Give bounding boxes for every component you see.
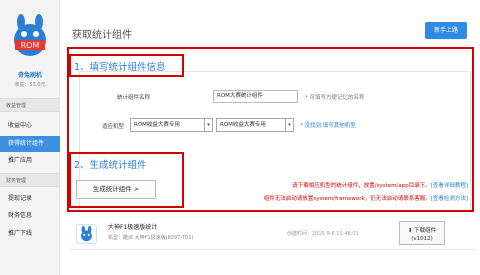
- divider: [70, 249, 475, 250]
- component-item-name: 大神F1极速版统计: [108, 224, 158, 231]
- step2-title: 2、生成统计组件: [74, 160, 147, 171]
- rabbit-logo-icon: ROM: [14, 14, 46, 56]
- section-finance-management: 财务管理: [0, 173, 60, 187]
- component-item-model: 机型：酷派 大神F1极速版(8297-T01): [108, 235, 194, 241]
- model-select-2[interactable]: ROM收益大赛专用 ▾: [216, 118, 294, 132]
- model-select-1[interactable]: ROM收益大赛专用 ▾: [130, 118, 213, 132]
- page-title: 获取统计组件: [72, 30, 132, 41]
- download-icon: ⬇: [407, 228, 413, 234]
- model-select-2-value: ROM收益大赛专用: [220, 122, 266, 128]
- chevron-down-icon: ▾: [204, 119, 212, 131]
- install-note-text: 请下载相应机型的统计组件，放置/system/app目录下。: [292, 183, 431, 189]
- startup-note-text: 组件无法启动请放置system/framework，仍无法启动请联系客服。: [263, 196, 431, 202]
- sidebar-item-withdraw-record[interactable]: 提现记录: [0, 191, 60, 207]
- component-name-hint: * 可填写方便记忆的名称: [305, 95, 365, 101]
- component-item-time: 创建时间：2015-9-8 11:48:01: [287, 231, 359, 237]
- app-icon: [76, 224, 97, 244]
- tutorial-link[interactable]: [查看详细教程]: [431, 183, 468, 189]
- download-text: 下载组件: [414, 228, 437, 234]
- model-select-1-value: ROM收益大赛专用: [134, 122, 180, 128]
- sidebar-item-promote-app[interactable]: 推广应用: [0, 153, 60, 169]
- sidebar-item-income-center[interactable]: 收益中心: [0, 118, 60, 134]
- component-name-input[interactable]: ROM大赛统计组件: [213, 90, 298, 103]
- model-label: 适应机型: [101, 124, 124, 130]
- sidebar-item-get-component[interactable]: 获得统计组件: [0, 136, 60, 152]
- sidebar-item-downline[interactable]: 推广下线: [0, 226, 60, 242]
- income-text: 收益：53.0元: [14, 82, 46, 88]
- install-note: 请下载相应机型的统计组件，放置/system/app目录下。[查看详细教程]: [292, 181, 468, 189]
- chevron-down-icon: ▾: [285, 119, 293, 131]
- download-label: ⬇ 下载组件: [400, 226, 444, 234]
- component-name-label: 统计组件名称: [116, 95, 150, 101]
- sidebar-item-finance-info[interactable]: 财务信息: [0, 208, 60, 224]
- section-income-management: 收益管理: [0, 98, 60, 112]
- beginner-guide-button[interactable]: 新手上路: [425, 22, 467, 39]
- brand-name: 奇兔刷机: [17, 72, 42, 79]
- generate-component-button[interactable]: 生成统计组件 >: [76, 180, 156, 199]
- download-component-button[interactable]: ⬇ 下载组件 (v1012): [399, 221, 445, 245]
- check-method-link[interactable]: [查看检测方法]: [431, 196, 468, 202]
- startup-note: 组件无法启动请放置system/framework，仍无法启动请联系客服。[查看…: [264, 194, 468, 202]
- step1-title: 1、填写统计组件信息: [74, 62, 166, 73]
- logo-text: ROM: [21, 41, 40, 50]
- add-other-model-link[interactable]: * 没找到,填写其他机型: [300, 121, 356, 129]
- download-version: (v1012): [411, 236, 433, 242]
- sidebar: ROM 奇兔刷机 收益：53.0元 收益管理 收益中心 获得统计组件 推广应用 …: [0, 0, 60, 275]
